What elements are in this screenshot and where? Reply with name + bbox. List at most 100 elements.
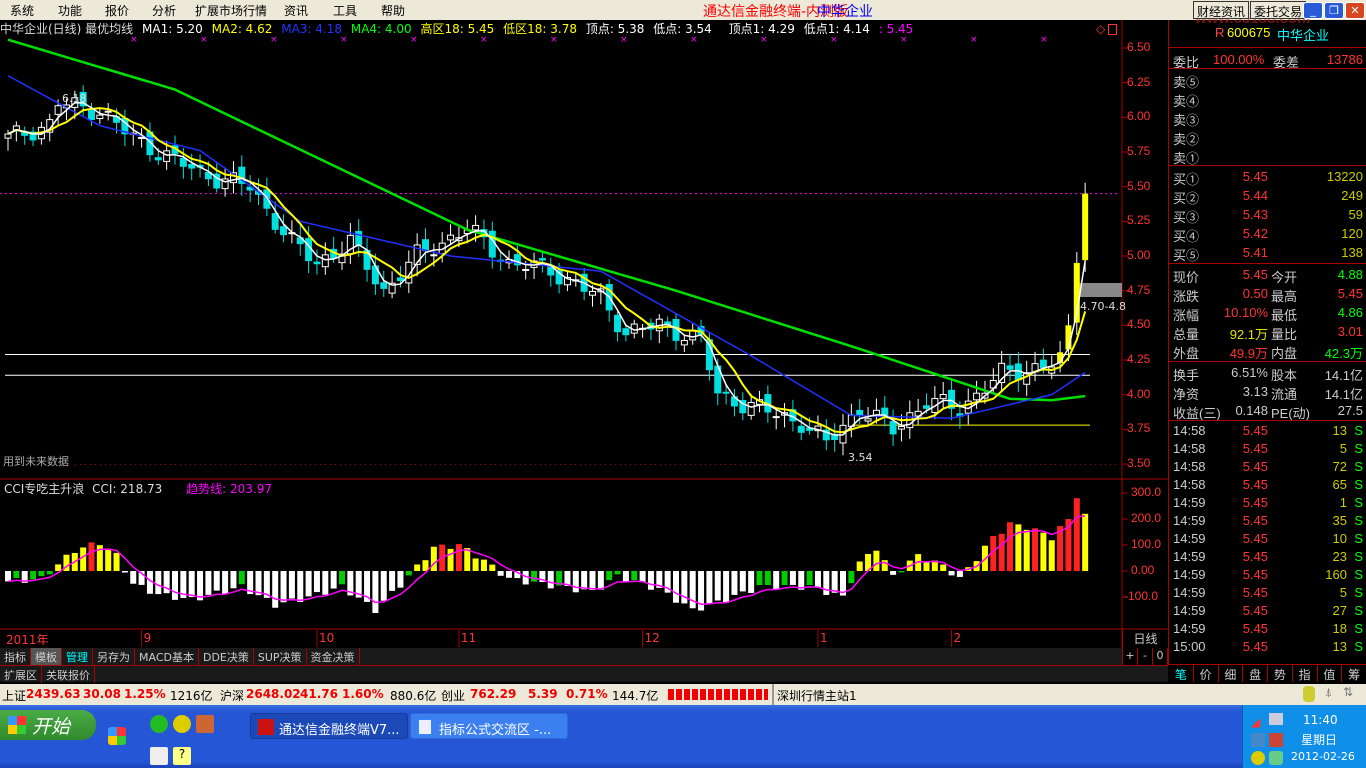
updown-icon: ⇅ — [1343, 685, 1354, 699]
tray-shield-icon[interactable] — [1269, 751, 1283, 765]
time-axis-label: 2011年 — [6, 633, 49, 647]
taskbar-item-browser[interactable]: 指标公式交流区 -... — [410, 713, 568, 739]
tick-time: 14:59 — [1173, 495, 1206, 510]
quote-tab-6[interactable]: 值 — [1318, 665, 1343, 682]
quote-tab-0[interactable]: 笔 — [1169, 665, 1194, 682]
stat-label: 量比 — [1271, 327, 1298, 342]
tray-tv-icon[interactable] — [1269, 733, 1283, 747]
ext-tab-0[interactable]: 扩展区 — [0, 666, 42, 683]
stat-value: 92.1万 — [1229, 327, 1268, 342]
tab-0[interactable]: 指标 — [0, 648, 31, 665]
window-toggle-icon[interactable] — [1108, 24, 1117, 35]
candle-body — [380, 282, 388, 289]
stat-label: 涨跌 — [1173, 289, 1200, 304]
ext-tab-1[interactable]: 关联报价 — [42, 666, 95, 683]
buy-volume: 138 — [1341, 245, 1363, 260]
tick-row: 14:59 5.45 1 S — [1173, 494, 1363, 512]
range-label: 4.70-4.8 — [1080, 300, 1126, 313]
candle-body — [923, 405, 930, 409]
candle-body — [280, 226, 288, 236]
stat-row: 涨跌 0.50 最高 5.45 — [1173, 285, 1363, 304]
tab-5[interactable]: DDE决策 — [199, 648, 254, 665]
plus-icon[interactable] — [173, 715, 191, 733]
buy-level-label: 买④ — [1173, 229, 1200, 244]
tab-6[interactable]: SUP决策 — [254, 648, 307, 665]
cci-axis-label: -100.0 — [1124, 589, 1159, 603]
help-icon[interactable]: ? — [173, 747, 191, 765]
cci-bar — [814, 571, 821, 588]
period-button[interactable]: 日线 — [1122, 630, 1168, 648]
quote-tab-7[interactable]: 筹 — [1342, 665, 1366, 682]
hs-percent: 1.60% — [342, 687, 384, 701]
quote-tab-2[interactable]: 细 — [1219, 665, 1244, 682]
tick-price: 5.45 — [1242, 477, 1268, 492]
price-chart[interactable]: × × × × × × × × × × × × × × — [0, 0, 1168, 648]
cci-bar — [706, 571, 713, 604]
tray-network-icon[interactable]: ◢ — [1251, 715, 1260, 729]
start-label: 开始 — [32, 716, 71, 738]
stat-value: 5.45 — [1337, 286, 1363, 301]
stat-value: 0.50 — [1242, 286, 1268, 301]
stat-row: 现价 5.45 今开 4.88 — [1173, 266, 1363, 285]
zoom-out-button[interactable]: - — [1138, 648, 1153, 665]
cci-bar — [606, 571, 613, 581]
keyboard-icon[interactable] — [150, 747, 168, 765]
server-name[interactable]: 深圳行情主站1 — [777, 687, 857, 704]
cci-bar — [230, 571, 237, 589]
tab-7[interactable]: 资金决策 — [307, 648, 360, 665]
tray-film-icon[interactable] — [1251, 733, 1265, 747]
fund-label: 换手 — [1173, 368, 1200, 383]
tick-time: 14:59 — [1173, 549, 1206, 564]
candle-body — [104, 110, 112, 113]
restore-button[interactable]: ❐ — [1324, 2, 1344, 19]
candle-body — [939, 394, 947, 400]
cci-bar — [948, 571, 955, 576]
tab-4[interactable]: MACD基本 — [135, 648, 199, 665]
tick-side: S — [1354, 603, 1363, 618]
stat-label: 内盘 — [1271, 346, 1298, 361]
tray-wifi-icon[interactable] — [1269, 713, 1283, 725]
quote-tab-5[interactable]: 指 — [1293, 665, 1318, 682]
quote-tab-1[interactable]: 价 — [1194, 665, 1219, 682]
green-refresh-icon[interactable] — [150, 715, 168, 733]
zoom-in-button[interactable]: + — [1123, 648, 1138, 665]
weibi-row: 委比 100.00% 委差 13786 — [1173, 51, 1363, 70]
lock-icon[interactable] — [1303, 686, 1315, 702]
start-button[interactable]: 开始 — [0, 710, 96, 740]
stat-row: 总量 92.1万 量比 3.01 — [1173, 323, 1363, 342]
buy-level-label: 买② — [1173, 191, 1200, 206]
tab-2[interactable]: 管理 — [62, 648, 93, 665]
cci-bar — [172, 571, 178, 600]
price-axis-label: 5.25 — [1127, 213, 1151, 228]
price-axis-label: 5.75 — [1127, 144, 1151, 158]
cci-bar — [405, 571, 412, 576]
sell-level: 卖① — [1173, 147, 1363, 166]
app-icon[interactable] — [196, 715, 214, 733]
tick-row: 15:00 5.45 13 S — [1173, 638, 1363, 656]
tick-side: S — [1354, 549, 1363, 564]
stock-code: 600675 — [1227, 25, 1271, 40]
cci-bar — [489, 564, 496, 571]
cci-bar — [1007, 522, 1013, 571]
buy-level-label: 买③ — [1173, 210, 1200, 225]
trade-button[interactable]: 委托交易 — [1250, 1, 1307, 19]
quote-tab-4[interactable]: 势 — [1268, 665, 1293, 682]
candle-body — [772, 416, 780, 419]
tray-plus-icon[interactable] — [1251, 751, 1265, 765]
tab-3[interactable]: 另存为 — [93, 648, 135, 665]
cci-bar — [589, 571, 596, 590]
minimize-button[interactable]: _ — [1303, 2, 1323, 19]
diamond-icon[interactable]: ◇ — [1096, 22, 1105, 36]
quote-tab-3[interactable]: 盘 — [1243, 665, 1268, 682]
clock-time[interactable]: 11:40 — [1303, 713, 1338, 727]
cci-bar — [597, 571, 604, 590]
tick-price: 5.45 — [1242, 531, 1268, 546]
stat-label: 涨幅 — [1173, 308, 1200, 323]
future-data-warning: 用到未来数据 — [3, 455, 69, 468]
tab-1[interactable]: 模板 — [31, 648, 62, 665]
zoom-reset-button[interactable]: 0 — [1153, 648, 1168, 665]
cci-bar — [480, 559, 487, 571]
news-button[interactable]: 财经资讯 — [1193, 1, 1250, 19]
quicklaunch-app-icon[interactable] — [108, 727, 126, 745]
close-button[interactable]: ✕ — [1345, 2, 1365, 19]
